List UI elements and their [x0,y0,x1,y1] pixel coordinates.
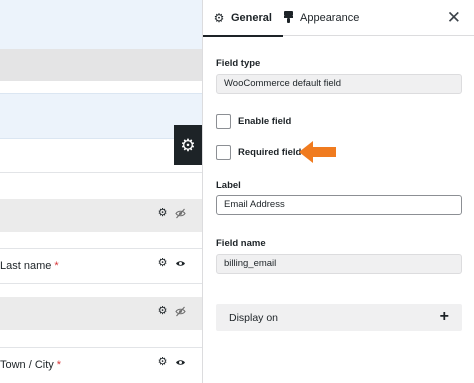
builder-field-row[interactable]: Last name * ⚙ [0,248,202,284]
field-type-value: WooCommerce default field [216,74,462,94]
paint-brush-icon [281,10,295,26]
field-builder-panel: ⚙ Last name * ⚙ ⚙ Town / City * ⚙ ⚙ [0,0,202,383]
gear-icon[interactable]: ⚙ [157,258,168,269]
required-field-checkbox[interactable] [216,145,231,160]
settings-toggle-button[interactable]: ⚙ [174,125,202,165]
eye-slash-icon[interactable] [175,306,186,317]
builder-selected-row[interactable] [0,93,202,139]
field-row-label: Last name * [0,260,59,272]
required-asterisk: * [56,359,62,371]
settings-tabs: ⚙ General Appearance ✕ [203,0,474,37]
required-field-label: Required field [238,147,302,158]
enable-field-row[interactable]: Enable field [216,114,291,129]
required-asterisk: * [54,260,59,272]
close-icon[interactable]: ✕ [447,9,461,26]
builder-row [0,139,202,173]
field-type-label: Field type [216,58,261,69]
builder-section-bar [0,49,202,81]
label-input[interactable]: Email Address [216,195,462,215]
eye-icon[interactable] [175,258,186,269]
field-name-label: Field name [216,238,266,249]
field-settings-panel: ⚙ General Appearance ✕ Field type WooCom… [202,0,474,383]
enable-field-checkbox[interactable] [216,114,231,129]
tab-label: General [231,12,272,24]
builder-collapsed-row[interactable]: ⚙ [0,199,202,232]
label-field-label: Label [216,180,241,191]
plus-icon[interactable]: + [440,308,449,325]
display-on-label: Display on [229,312,279,324]
field-name-value: billing_email [216,254,462,274]
eye-slash-icon[interactable] [175,208,186,219]
builder-header-row [0,0,202,49]
gear-icon[interactable]: ⚙ [157,208,168,219]
display-on-section[interactable]: Display on + [216,304,462,331]
gear-icon: ⚙ [180,135,196,155]
gear-icon: ⚙ [213,11,225,25]
eye-icon[interactable] [175,357,186,368]
arrow-icon [299,141,336,163]
enable-field-label: Enable field [238,116,292,127]
gear-icon[interactable]: ⚙ [157,306,168,317]
builder-spacer [0,81,202,93]
tab-general[interactable]: ⚙ General [203,0,283,37]
field-row-label: Town / City * [0,359,62,371]
tab-appearance[interactable]: Appearance [281,0,359,36]
builder-collapsed-row[interactable]: ⚙ [0,297,202,330]
gear-icon[interactable]: ⚙ [157,357,168,368]
tab-label: Appearance [300,12,360,24]
builder-field-row[interactable]: Town / City * ⚙ [0,347,202,383]
required-field-row[interactable]: Required field [216,145,301,160]
